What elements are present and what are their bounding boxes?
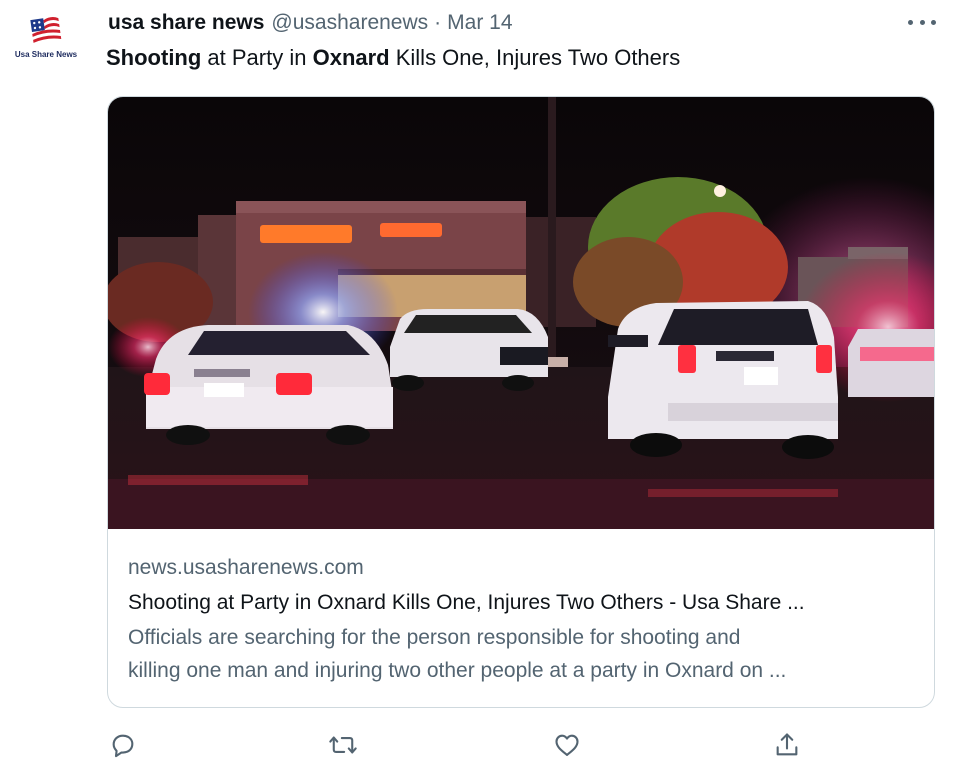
link-preview-card[interactable]: news.usasharenews.com Shooting at Party …	[107, 96, 935, 708]
display-name[interactable]: usa share news	[108, 11, 264, 35]
like-icon[interactable]	[552, 730, 582, 760]
more-options-icon[interactable]	[908, 12, 936, 32]
tweet-text-bold-1: Shooting	[106, 45, 202, 70]
usa-flag-logo-icon	[30, 16, 62, 44]
share-icon[interactable]	[772, 730, 802, 760]
user-handle[interactable]: @usasharenews	[271, 11, 428, 35]
card-domain: news.usasharenews.com	[128, 556, 364, 579]
card-body: news.usasharenews.com Shooting at Party …	[128, 553, 918, 687]
tweet-text-part-4: Kills One, Injures Two Others	[389, 45, 681, 70]
card-image[interactable]	[108, 97, 934, 529]
card-description-line-2: killing one man and injuring two other p…	[128, 659, 787, 682]
tweet-header: usa share news @usasharenews · Mar 14	[108, 9, 513, 37]
avatar[interactable]: Usa Share News	[10, 14, 82, 66]
retweet-icon[interactable]	[328, 730, 358, 760]
separator-dot: ·	[434, 11, 442, 34]
card-title[interactable]: Shooting at Party in Oxnard Kills One, I…	[128, 587, 918, 619]
tweet-text: Shooting at Party in Oxnard Kills One, I…	[106, 43, 680, 73]
avatar-caption: Usa Share News	[14, 50, 78, 59]
tweet-text-bold-2: Oxnard	[312, 45, 390, 70]
police-cars-at-night-photo	[108, 97, 934, 529]
reply-icon[interactable]	[108, 730, 138, 760]
tweet-text-part-2: at Party in	[201, 45, 313, 70]
card-description: Officials are searching for the person r…	[128, 621, 918, 687]
card-description-line-1: Officials are searching for the person r…	[128, 626, 741, 649]
tweet-date[interactable]: Mar 14	[447, 11, 512, 35]
tweet: Usa Share News usa share news @usasharen…	[0, 0, 960, 762]
tweet-actions	[108, 730, 808, 760]
